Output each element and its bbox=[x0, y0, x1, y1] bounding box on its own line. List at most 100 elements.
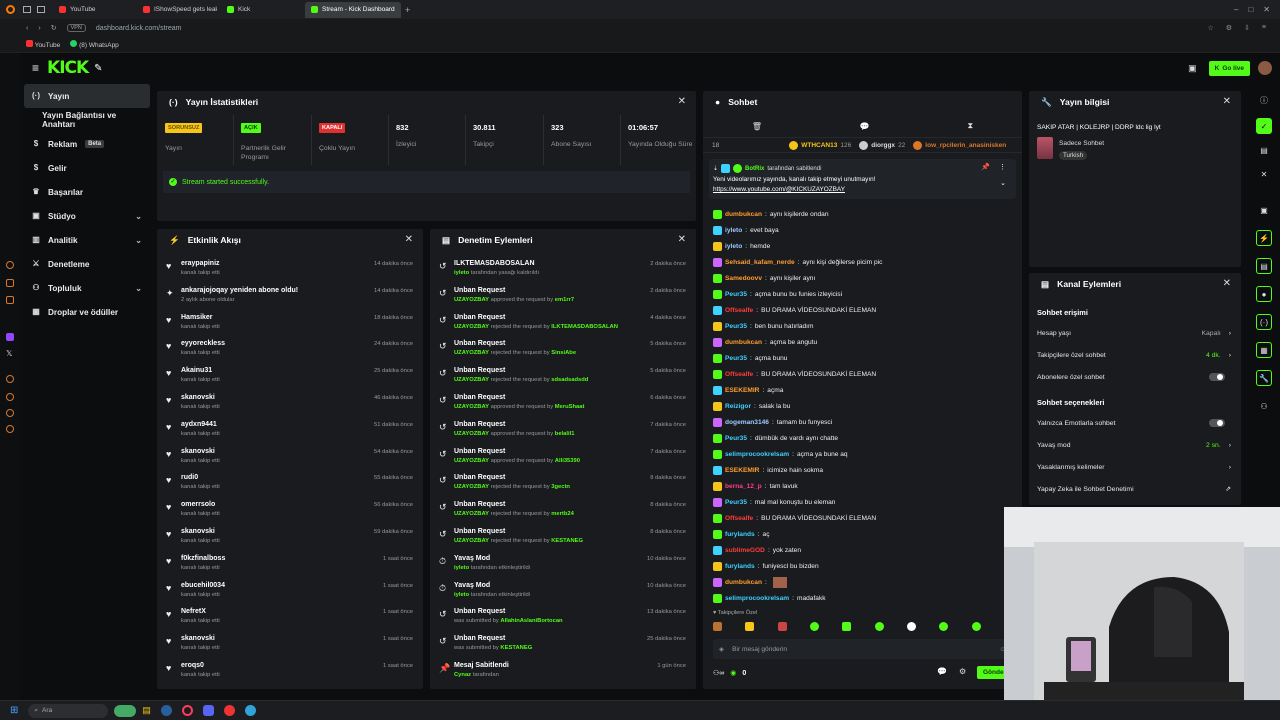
chat-message[interactable]: iyleto: evet baya bbox=[713, 222, 779, 238]
chat-message[interactable]: Reizigor: salak la bu bbox=[713, 398, 790, 414]
chat-message[interactable]: furylands: aç bbox=[713, 526, 770, 542]
target-user[interactable]: ILKTEMASDABOSALAN bbox=[551, 324, 618, 330]
target-user[interactable]: AllahinAslaniBortocan bbox=[500, 618, 562, 624]
chat-username[interactable]: ESEKEMIR bbox=[725, 467, 759, 474]
chat-message[interactable]: Offsealfe: BU DRAMA VİDEOSUNDAKİ ELEMAN bbox=[713, 510, 876, 526]
x-icon[interactable]: 𝕏 bbox=[6, 349, 12, 358]
emote[interactable] bbox=[906, 622, 916, 631]
info-icon[interactable]: ⓘ bbox=[1256, 92, 1272, 108]
target-user[interactable]: SinsiAbe bbox=[551, 350, 576, 356]
moderation-row[interactable]: ↺ Unban Request UZAYOZBAY approved the req… bbox=[430, 284, 696, 311]
steam-icon[interactable] bbox=[160, 705, 172, 716]
chat-message[interactable]: Sehsaid_kafam_nerde: aynı kişi değilerse … bbox=[713, 254, 882, 270]
forward-icon[interactable]: › bbox=[38, 25, 40, 32]
camera-icon[interactable]: ▣ bbox=[1188, 63, 1197, 74]
more-icon[interactable]: ⋮ bbox=[999, 163, 1006, 171]
activity-row[interactable]: ♥ aydxn9441 kanalı takip etti 51 dakika önc… bbox=[157, 418, 423, 445]
moderation-row[interactable]: ⏱ Yavaş Mod iyleto tarafından etkinleştiri… bbox=[430, 552, 696, 579]
chat-username[interactable]: dumbukcan bbox=[725, 211, 762, 218]
activity-row[interactable]: ♥ eroqs0 kanalı takip etti 1 saat önce bbox=[157, 659, 423, 686]
moderator-name[interactable]: UZAYOZBAY bbox=[454, 404, 489, 410]
rail-settings-icon[interactable] bbox=[6, 393, 14, 401]
url-field[interactable]: dashboard.kick.com/stream bbox=[96, 25, 182, 32]
chat-message[interactable]: dogeman3146: tamam bu funyesci bbox=[713, 414, 832, 430]
bookmark-whatsapp[interactable]: (8) WhatsApp bbox=[70, 40, 119, 49]
activity-row[interactable]: ♥ omerrsolo kanalı takip etti 56 dakika önc… bbox=[157, 498, 423, 525]
chat-username[interactable]: Peur35 bbox=[725, 323, 747, 330]
moderation-row[interactable]: ↺ Unban Request UZAYOZBAY rejected the req… bbox=[430, 337, 696, 364]
go-live-button[interactable]: K Go live bbox=[1208, 60, 1250, 76]
activity-row[interactable]: ♥ ebucehil0034 kanalı takip etti 1 saat önc… bbox=[157, 579, 423, 606]
chat-username[interactable]: sublimeGOD bbox=[725, 547, 765, 554]
chat-icon[interactable]: 💬 bbox=[860, 122, 870, 131]
chat-username[interactable]: iyleto bbox=[725, 227, 742, 234]
chat-username[interactable]: berna_12_p bbox=[725, 483, 762, 490]
browser-tab[interactable]: Kick bbox=[221, 2, 301, 18]
chat-message[interactable]: furylands: funiyescl bu bizden bbox=[713, 558, 819, 574]
chat-username[interactable]: selimprocookrelsam bbox=[725, 595, 789, 602]
rail-gear-icon[interactable] bbox=[6, 425, 14, 433]
moderation-row[interactable]: ↺ Unban Request UZAYOZBAY approved the req… bbox=[430, 445, 696, 472]
chat-username[interactable]: dogeman3146 bbox=[725, 419, 769, 426]
target-user[interactable]: em1rr7 bbox=[555, 297, 574, 303]
target-user[interactable]: belalil1 bbox=[555, 431, 575, 437]
vpn-badge[interactable]: VPN bbox=[66, 24, 86, 32]
activity-row[interactable]: ♥ skanovski kanalı takip etti 54 dakika önc… bbox=[157, 445, 423, 472]
sidebar-item[interactable]: ⚔ Denetleme bbox=[24, 252, 150, 276]
minimize-button[interactable]: – bbox=[1234, 5, 1238, 14]
chat-message[interactable]: dumbukcan: bbox=[713, 574, 787, 590]
chat-message[interactable]: iyleto: hemde bbox=[713, 238, 770, 254]
reload-icon[interactable]: ↻ bbox=[51, 24, 57, 32]
document-icon[interactable]: ▤ bbox=[1256, 258, 1272, 274]
close-icon[interactable]: ✕ bbox=[678, 96, 686, 107]
moderation-row[interactable]: ↺ Unban Request UZAYOZBAY approved the req… bbox=[430, 418, 696, 445]
target-user[interactable]: KESTANEG bbox=[500, 645, 532, 651]
sidebar-item[interactable]: ▥ Analitik ⌄ bbox=[24, 228, 150, 252]
chat-username[interactable]: furylands bbox=[725, 563, 755, 570]
edge-icon[interactable] bbox=[244, 705, 256, 716]
menu-icon[interactable]: ≡ bbox=[1262, 24, 1266, 32]
moderator-name[interactable]: UZAYOZBAY bbox=[454, 350, 489, 356]
chat-message[interactable]: selimprocookrelsam: açma ya bune aq bbox=[713, 446, 848, 462]
tab-search-icon[interactable] bbox=[37, 6, 45, 13]
moderation-row[interactable]: ↺ Unban Request UZAYOZBAY approved the req… bbox=[430, 391, 696, 418]
bookmark-youtube[interactable]: YouTube bbox=[26, 40, 60, 49]
chat-message[interactable]: Offsealfe: BU DRAMA VİDEOSUNDAKİ ELEMAN bbox=[713, 366, 876, 382]
new-tab-button[interactable]: + bbox=[405, 5, 410, 15]
chat-username[interactable]: Offsealfe bbox=[725, 307, 753, 314]
sidebar-item[interactable]: (·) Yayın bbox=[24, 84, 150, 108]
app-icon[interactable] bbox=[223, 705, 235, 716]
chat-username[interactable]: Offsealfe bbox=[725, 371, 753, 378]
setting-row[interactable]: Hesap yaşı Kapalı › bbox=[1037, 325, 1231, 341]
moderator-name[interactable]: UZAYOZBAY bbox=[454, 431, 489, 437]
rail-clock-icon[interactable] bbox=[6, 261, 14, 269]
close-icon[interactable]: ✕ bbox=[1256, 166, 1272, 182]
chat-username[interactable]: selimprocookrelsam bbox=[725, 451, 789, 458]
target-user[interactable]: 3gectn bbox=[551, 484, 570, 490]
chat-username[interactable]: ESEKEMIR bbox=[725, 387, 759, 394]
moderator-name[interactable]: UZAYOZBAY bbox=[454, 538, 489, 544]
close-icon[interactable]: ✕ bbox=[678, 234, 686, 245]
emote[interactable] bbox=[842, 622, 852, 631]
close-window-button[interactable]: ✕ bbox=[1263, 5, 1270, 14]
chat-username[interactable]: dumbukcan bbox=[725, 579, 762, 586]
activity-row[interactable]: ♥ skanovski kanalı takip etti 1 saat önce bbox=[157, 632, 423, 659]
kick-logo[interactable]: KICK bbox=[47, 58, 89, 78]
activity-row[interactable]: ♥ skanovski kanalı takip etti 59 dakika önc… bbox=[157, 525, 423, 552]
sidebar-item[interactable]: Yayın Bağlantısı ve Anahtarı bbox=[24, 108, 150, 132]
moderator-name[interactable]: UZAYOZBAY bbox=[454, 458, 489, 464]
extensions-icon[interactable]: ⚙ bbox=[1226, 24, 1232, 32]
rail-app-icon[interactable] bbox=[6, 296, 14, 304]
moderator-name[interactable]: UZAYOZBAY bbox=[454, 377, 489, 383]
close-icon[interactable]: ✕ bbox=[1223, 278, 1231, 289]
moderation-row[interactable]: ↺ Unban Request UZAYOZBAY rejected the req… bbox=[430, 311, 696, 338]
maximize-button[interactable]: □ bbox=[1248, 5, 1253, 14]
top-chatter-2[interactable]: diorggx 22 bbox=[859, 140, 905, 150]
setting-row[interactable]: Takipçilere özel sohbet 4 dk. › bbox=[1037, 347, 1231, 363]
setting-row[interactable]: Yapay Zeka ile Sohbet Denetimi ⇗ bbox=[1037, 481, 1231, 497]
discord-icon[interactable] bbox=[202, 705, 214, 716]
moderator-name[interactable]: UZAYOZBAY bbox=[454, 484, 489, 490]
emote[interactable] bbox=[939, 622, 949, 631]
moderation-row[interactable]: ↺ Unban Request UZAYOZBAY rejected the req… bbox=[430, 364, 696, 391]
toggle-switch[interactable] bbox=[1209, 373, 1225, 381]
